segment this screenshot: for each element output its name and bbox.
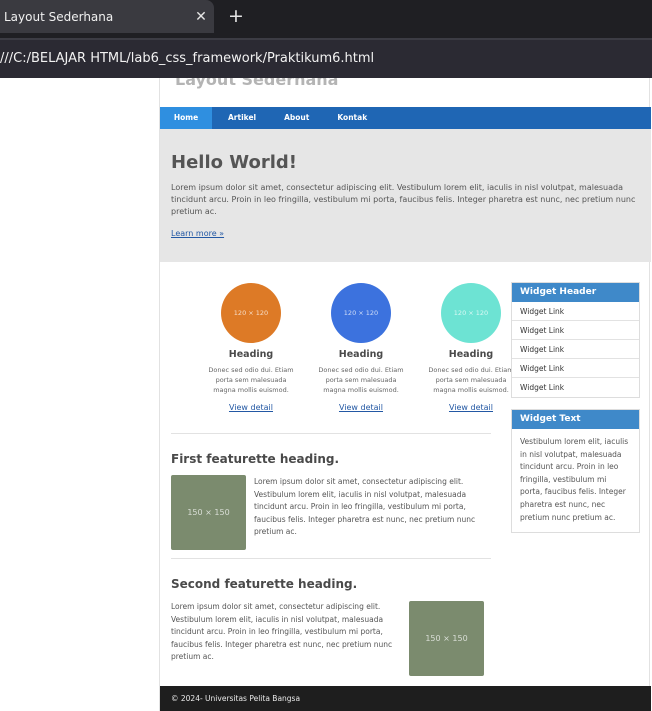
widget-link[interactable]: Widget Link bbox=[512, 378, 639, 397]
featurette-1-heading: First featurette heading. bbox=[171, 452, 340, 466]
featurette-2-text: Lorem ipsum dolor sit amet, consectetur … bbox=[171, 602, 393, 662]
new-tab-icon[interactable]: + bbox=[228, 6, 244, 26]
nav-home[interactable]: Home bbox=[160, 107, 212, 129]
widget-link[interactable]: Widget Link bbox=[512, 359, 639, 378]
circle-image-orange: 120 × 120 bbox=[221, 283, 281, 343]
column-text: Donec sed odio dui. Etiam porta sem male… bbox=[208, 366, 294, 394]
learn-more-link[interactable]: Learn more » bbox=[171, 229, 224, 238]
view-detail-link[interactable]: View detail bbox=[229, 403, 273, 412]
widget-link[interactable]: Widget Link bbox=[512, 321, 639, 340]
circle-image-blue: 120 × 120 bbox=[331, 283, 391, 343]
widget-text-body: Vestibulum lorem elit, iaculis in nisl v… bbox=[520, 437, 629, 522]
feature-column-1: 120 × 120 Heading Donec sed odio dui. Et… bbox=[199, 283, 303, 414]
browser-tab-bar: Layout Sederhana ✕ + bbox=[0, 0, 652, 38]
widget-link[interactable]: Widget Link bbox=[512, 340, 639, 359]
featurette-1-text: Lorem ipsum dolor sit amet, consectetur … bbox=[254, 477, 476, 537]
widget-header: Widget Header bbox=[512, 283, 639, 302]
column-text: Donec sed odio dui. Etiam porta sem male… bbox=[318, 366, 404, 394]
page-container: Layout Sederhana Home Artikel About Kont… bbox=[159, 78, 651, 711]
widget-links: Widget Header Widget Link Widget Link Wi… bbox=[511, 282, 640, 398]
site-title: Layout Sederhana bbox=[175, 78, 339, 89]
hero-section: Hello World! Lorem ipsum dolor sit amet,… bbox=[160, 129, 651, 262]
feature-column-2: 120 × 120 Heading Donec sed odio dui. Et… bbox=[309, 283, 413, 414]
view-detail-link[interactable]: View detail bbox=[449, 403, 493, 412]
column-heading: Heading bbox=[228, 349, 274, 360]
hero-title: Hello World! bbox=[171, 152, 297, 173]
address-bar[interactable]: ///C:/BELAJAR HTML/lab6_css_framework/Pr… bbox=[0, 38, 652, 78]
widget-text: Widget Text Vestibulum lorem elit, iacul… bbox=[511, 409, 640, 534]
nav-about[interactable]: About bbox=[270, 107, 323, 129]
browser-tab[interactable]: Layout Sederhana ✕ bbox=[0, 0, 214, 33]
tab-title: Layout Sederhana bbox=[4, 9, 114, 24]
address-url[interactable]: ///C:/BELAJAR HTML/lab6_css_framework/Pr… bbox=[0, 51, 374, 66]
nav-kontak[interactable]: Kontak bbox=[323, 107, 381, 129]
widget-link[interactable]: Widget Link bbox=[512, 302, 639, 321]
featurette-1-image: 150 × 150 bbox=[171, 475, 246, 550]
feature-column-3: 120 × 120 Heading Donec sed odio dui. Et… bbox=[419, 283, 523, 414]
close-tab-icon[interactable]: ✕ bbox=[188, 9, 214, 25]
divider bbox=[171, 558, 491, 559]
main-nav: Home Artikel About Kontak bbox=[160, 107, 651, 129]
column-heading: Heading bbox=[448, 349, 494, 360]
page-viewport: Layout Sederhana Home Artikel About Kont… bbox=[0, 78, 652, 711]
widget-text-header: Widget Text bbox=[512, 410, 639, 429]
nav-artikel[interactable]: Artikel bbox=[212, 107, 270, 129]
column-heading: Heading bbox=[338, 349, 384, 360]
column-text: Donec sed odio dui. Etiam porta sem male… bbox=[428, 366, 514, 394]
divider bbox=[171, 433, 491, 434]
featurette-2-image: 150 × 150 bbox=[409, 601, 484, 676]
page-footer: © 2024- Universitas Pelita Bangsa bbox=[160, 686, 651, 711]
featurette-2-heading: Second featurette heading. bbox=[171, 577, 358, 591]
circle-image-teal: 120 × 120 bbox=[441, 283, 501, 343]
view-detail-link[interactable]: View detail bbox=[339, 403, 383, 412]
hero-text: Lorem ipsum dolor sit amet, consectetur … bbox=[171, 183, 636, 216]
